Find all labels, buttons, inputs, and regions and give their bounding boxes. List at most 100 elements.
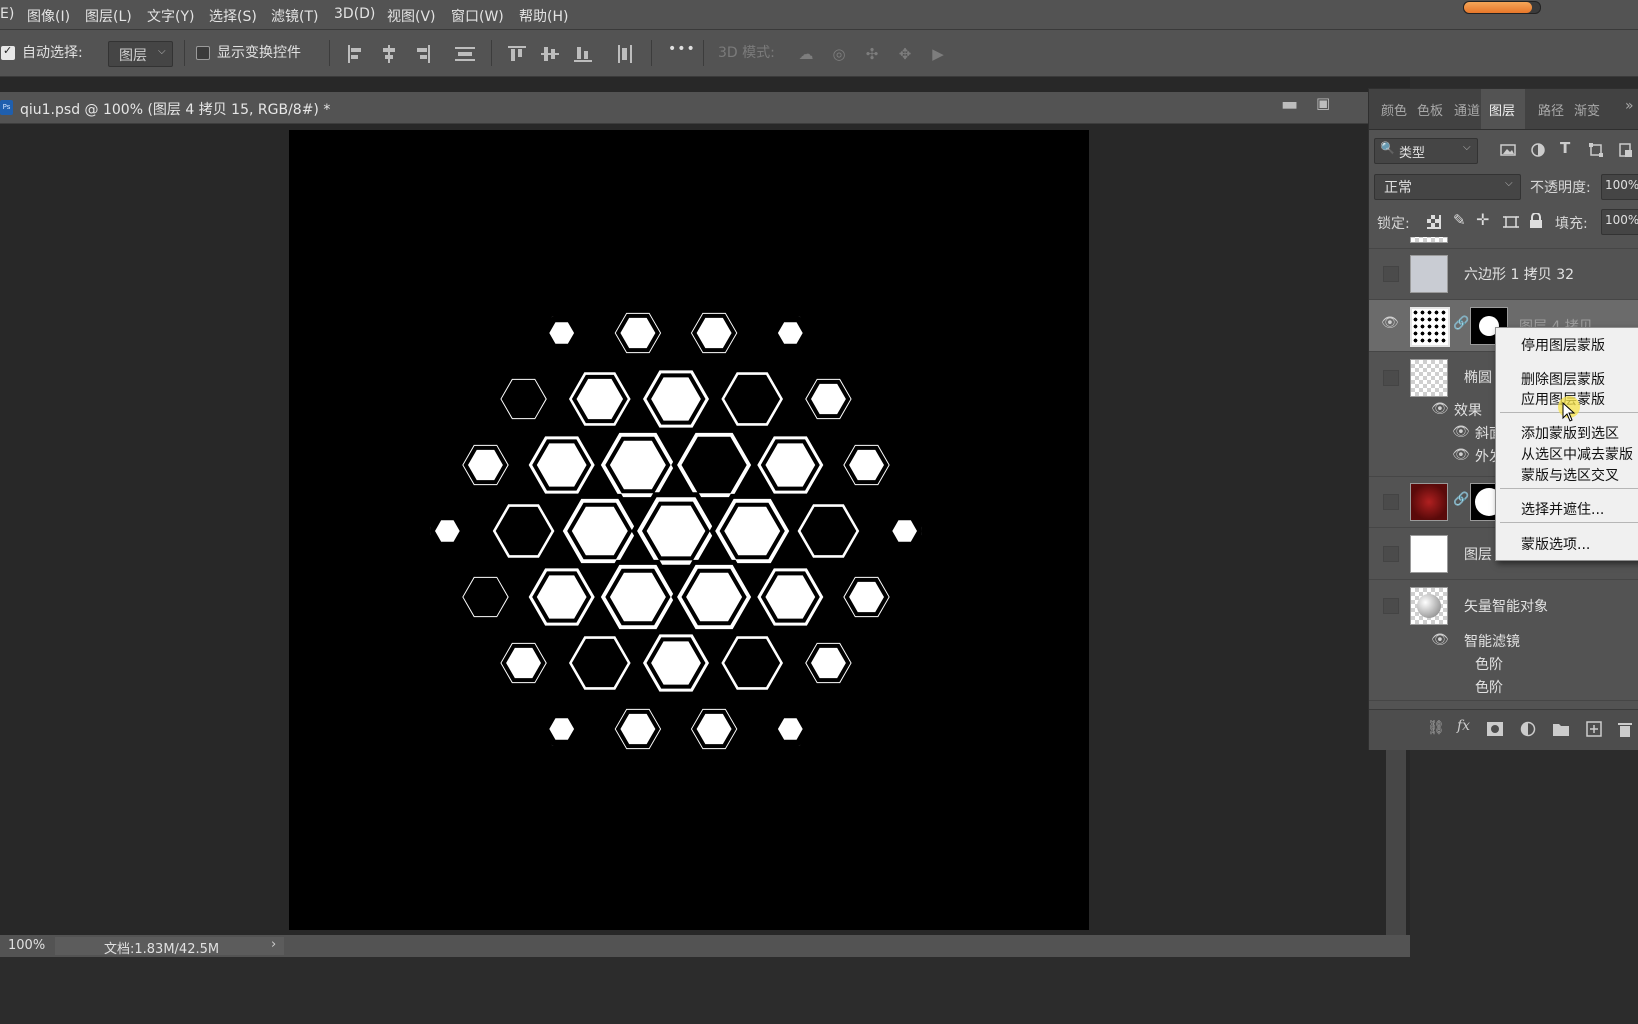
background-progress-bar <box>1463 1 1541 14</box>
menu-item-mask-options[interactable]: 蒙版选项... <box>1521 534 1590 554</box>
link-layers-icon[interactable]: ⛓ <box>1427 720 1445 736</box>
menu-type[interactable]: 文字(Y) <box>147 6 194 26</box>
panel-expand-icon[interactable]: » <box>1625 98 1634 114</box>
visibility-toggle[interactable] <box>1383 370 1399 386</box>
hexagon-inner <box>615 313 661 353</box>
hexagon-inner <box>932 587 954 606</box>
minimize-icon[interactable]: ▬ <box>1281 94 1298 115</box>
link-icon[interactable]: 🔗 <box>1453 492 1469 507</box>
eye-icon[interactable]: 👁 <box>1431 632 1449 648</box>
menu-item-delete-mask[interactable]: 删除图层蒙版 <box>1521 369 1605 389</box>
hexagon-inner <box>741 785 763 804</box>
align-middle-v-icon[interactable] <box>539 43 561 65</box>
align-top-icon[interactable] <box>506 43 528 65</box>
hexagon-inner <box>398 587 420 606</box>
type-filter-icon[interactable]: T <box>1560 139 1570 157</box>
hexagon-inner <box>463 577 508 617</box>
lock-artboard-icon[interactable] <box>1503 214 1519 230</box>
align-bottom-icon[interactable] <box>572 43 594 65</box>
align-left-icon[interactable] <box>345 43 367 65</box>
3d-roll-icon[interactable]: ◎ <box>828 43 850 65</box>
hexagon-inner <box>719 502 785 560</box>
zoom-level[interactable]: 100% <box>8 938 45 953</box>
restore-icon[interactable]: ▣ <box>1316 94 1330 112</box>
distribute-icon[interactable] <box>453 43 477 65</box>
hexagon-inner <box>589 257 611 276</box>
adjustment-layer-icon[interactable] <box>1520 721 1536 737</box>
lock-position-icon[interactable]: ✛ <box>1476 210 1489 229</box>
lock-transparent-icon[interactable] <box>1426 214 1442 230</box>
show-transform-checkbox[interactable] <box>196 46 210 60</box>
target-select[interactable]: 图层 ⌵ <box>108 41 173 67</box>
tab-color[interactable]: 颜色 <box>1381 100 1407 119</box>
visibility-toggle[interactable] <box>1383 494 1399 510</box>
menu-image[interactable]: 图像(I) <box>27 6 70 26</box>
eye-icon[interactable]: 👁 <box>1431 401 1449 417</box>
align-right-icon[interactable] <box>411 43 433 65</box>
fx-icon[interactable]: fx <box>1457 718 1470 734</box>
hexagon-cell <box>395 584 424 609</box>
menu-item-add-mask-to-selection[interactable]: 添加蒙版到选区 <box>1521 423 1619 443</box>
new-layer-icon[interactable] <box>1586 721 1602 737</box>
3d-orbit-icon[interactable]: ☁ <box>795 43 817 65</box>
eye-icon[interactable]: 👁 <box>1452 424 1470 440</box>
lock-paint-icon[interactable]: ✎ <box>1453 211 1466 229</box>
hexagon-cell <box>738 782 767 807</box>
chevron-right-icon[interactable]: › <box>271 937 276 952</box>
trash-icon[interactable] <box>1618 721 1632 737</box>
visibility-toggle[interactable] <box>1383 266 1399 282</box>
menu-filter[interactable]: 滤镜(T) <box>271 6 318 26</box>
auto-select-checkbox[interactable] <box>1 44 15 60</box>
visibility-toggle[interactable] <box>1383 598 1399 614</box>
document-canvas[interactable] <box>289 130 1089 930</box>
layer-filter-select[interactable]: 🔍 类型 ⌵ <box>1374 138 1478 164</box>
3d-scale-icon[interactable]: ▶ <box>927 43 949 65</box>
3d-mode-label: 3D 模式: <box>718 45 775 61</box>
tab-layers[interactable]: 图层 <box>1489 100 1515 119</box>
eye-icon[interactable]: 👁 <box>1452 447 1470 463</box>
3d-pan-icon[interactable]: ✣ <box>861 43 883 65</box>
visibility-toggle[interactable] <box>1383 546 1399 562</box>
shape-filter-icon[interactable] <box>1588 142 1604 158</box>
tab-gradients[interactable]: 渐变 <box>1574 100 1600 119</box>
tab-paths[interactable]: 路径 <box>1538 100 1564 119</box>
hexagon-inner <box>615 709 661 749</box>
fill-input[interactable]: 100% <box>1601 209 1638 235</box>
more-options-button[interactable]: ••• <box>668 41 696 57</box>
menu-3d[interactable]: 3D(D) <box>334 6 375 22</box>
layer-name[interactable]: 矢量智能对象 <box>1464 596 1548 616</box>
opacity-input[interactable]: 100% <box>1601 174 1638 200</box>
menu-item-subtract-mask[interactable]: 从选区中减去蒙版 <box>1521 444 1633 464</box>
lock-all-icon[interactable] <box>1529 213 1543 229</box>
menu-view[interactable]: 视图(V) <box>387 6 436 26</box>
folder-icon[interactable] <box>1553 722 1569 736</box>
image-filter-icon[interactable] <box>1500 142 1516 158</box>
layer-row[interactable]: 矢量智能对象 👁 智能滤镜 色阶 色阶 <box>1369 580 1638 701</box>
layer-name[interactable]: 椭圆 <box>1464 367 1492 387</box>
layer-row[interactable]: 六边形 1 拷贝 32 <box>1369 248 1638 300</box>
distribute-v-icon[interactable] <box>614 43 636 65</box>
menu-item-select-and-mask[interactable]: 选择并遮住... <box>1521 499 1604 519</box>
menu-layer[interactable]: 图层(L) <box>85 6 132 26</box>
document-tab[interactable]: Ps qiu1.psd @ 100% (图层 4 拷贝 15, RGB/8#) … <box>0 92 1410 124</box>
smart-object-filter-icon[interactable] <box>1618 142 1634 158</box>
menu-edit[interactable]: E) <box>0 6 14 22</box>
menu-select[interactable]: 选择(S) <box>209 6 257 26</box>
menu-item-disable-mask[interactable]: 停用图层蒙版 <box>1521 335 1605 355</box>
menu-item-intersect-mask[interactable]: 蒙版与选区交叉 <box>1521 465 1619 485</box>
eye-icon[interactable]: 👁 <box>1381 315 1399 331</box>
tab-swatches[interactable]: 色板 <box>1417 100 1443 119</box>
add-mask-icon[interactable] <box>1487 722 1503 736</box>
layer-name[interactable]: 六边形 1 拷贝 32 <box>1464 264 1574 284</box>
hexagon-inner <box>567 502 633 560</box>
menu-window[interactable]: 窗口(W) <box>451 6 504 26</box>
link-icon[interactable]: 🔗 <box>1453 316 1469 331</box>
hexagon-inner <box>806 643 851 683</box>
adjustment-filter-icon[interactable] <box>1530 142 1546 158</box>
blend-mode-select[interactable]: 正常 ⌵ <box>1374 174 1521 200</box>
layer-thumbnail <box>1410 255 1448 293</box>
menu-help[interactable]: 帮助(H) <box>519 6 568 26</box>
tab-channels[interactable]: 通道 <box>1454 100 1480 119</box>
3d-slide-icon[interactable]: ✥ <box>894 43 916 65</box>
align-center-h-icon[interactable] <box>378 43 400 65</box>
